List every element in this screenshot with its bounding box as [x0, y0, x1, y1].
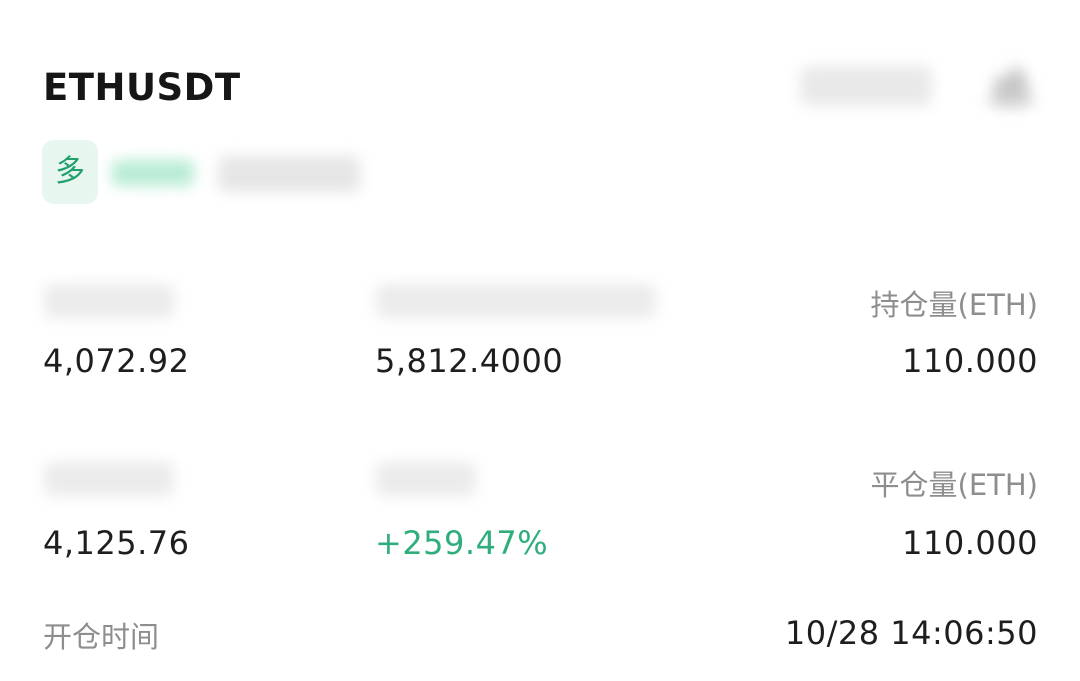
margin-mode-badge — [218, 156, 360, 192]
pair-symbol: ETHUSDT — [43, 66, 241, 109]
entry-price-label — [44, 284, 174, 318]
closed-amount-value: 110.000 — [902, 524, 1038, 562]
closed-amount-label: 平仓量(ETH) — [870, 468, 1038, 502]
roi-value: +259.47% — [375, 524, 549, 562]
leverage-badge — [112, 160, 194, 186]
share-icon[interactable] — [982, 58, 1040, 110]
entry-price-value: 4,072.92 — [43, 342, 190, 380]
realized-pnl-value: 5,812.4000 — [375, 342, 564, 380]
close-price-label — [44, 462, 174, 496]
holding-amount-label: 持仓量(ETH) — [870, 288, 1038, 322]
roi-label — [376, 462, 476, 496]
long-side-tag: 多 — [42, 140, 98, 204]
realized-pnl-label — [376, 284, 656, 318]
open-time-value: 10/28 14:06:50 — [784, 614, 1038, 652]
close-price-value: 4,125.76 — [43, 524, 190, 562]
header-action-button[interactable] — [800, 66, 932, 106]
open-time-label: 开仓时间 — [43, 620, 160, 654]
holding-amount-value: 110.000 — [902, 342, 1038, 380]
